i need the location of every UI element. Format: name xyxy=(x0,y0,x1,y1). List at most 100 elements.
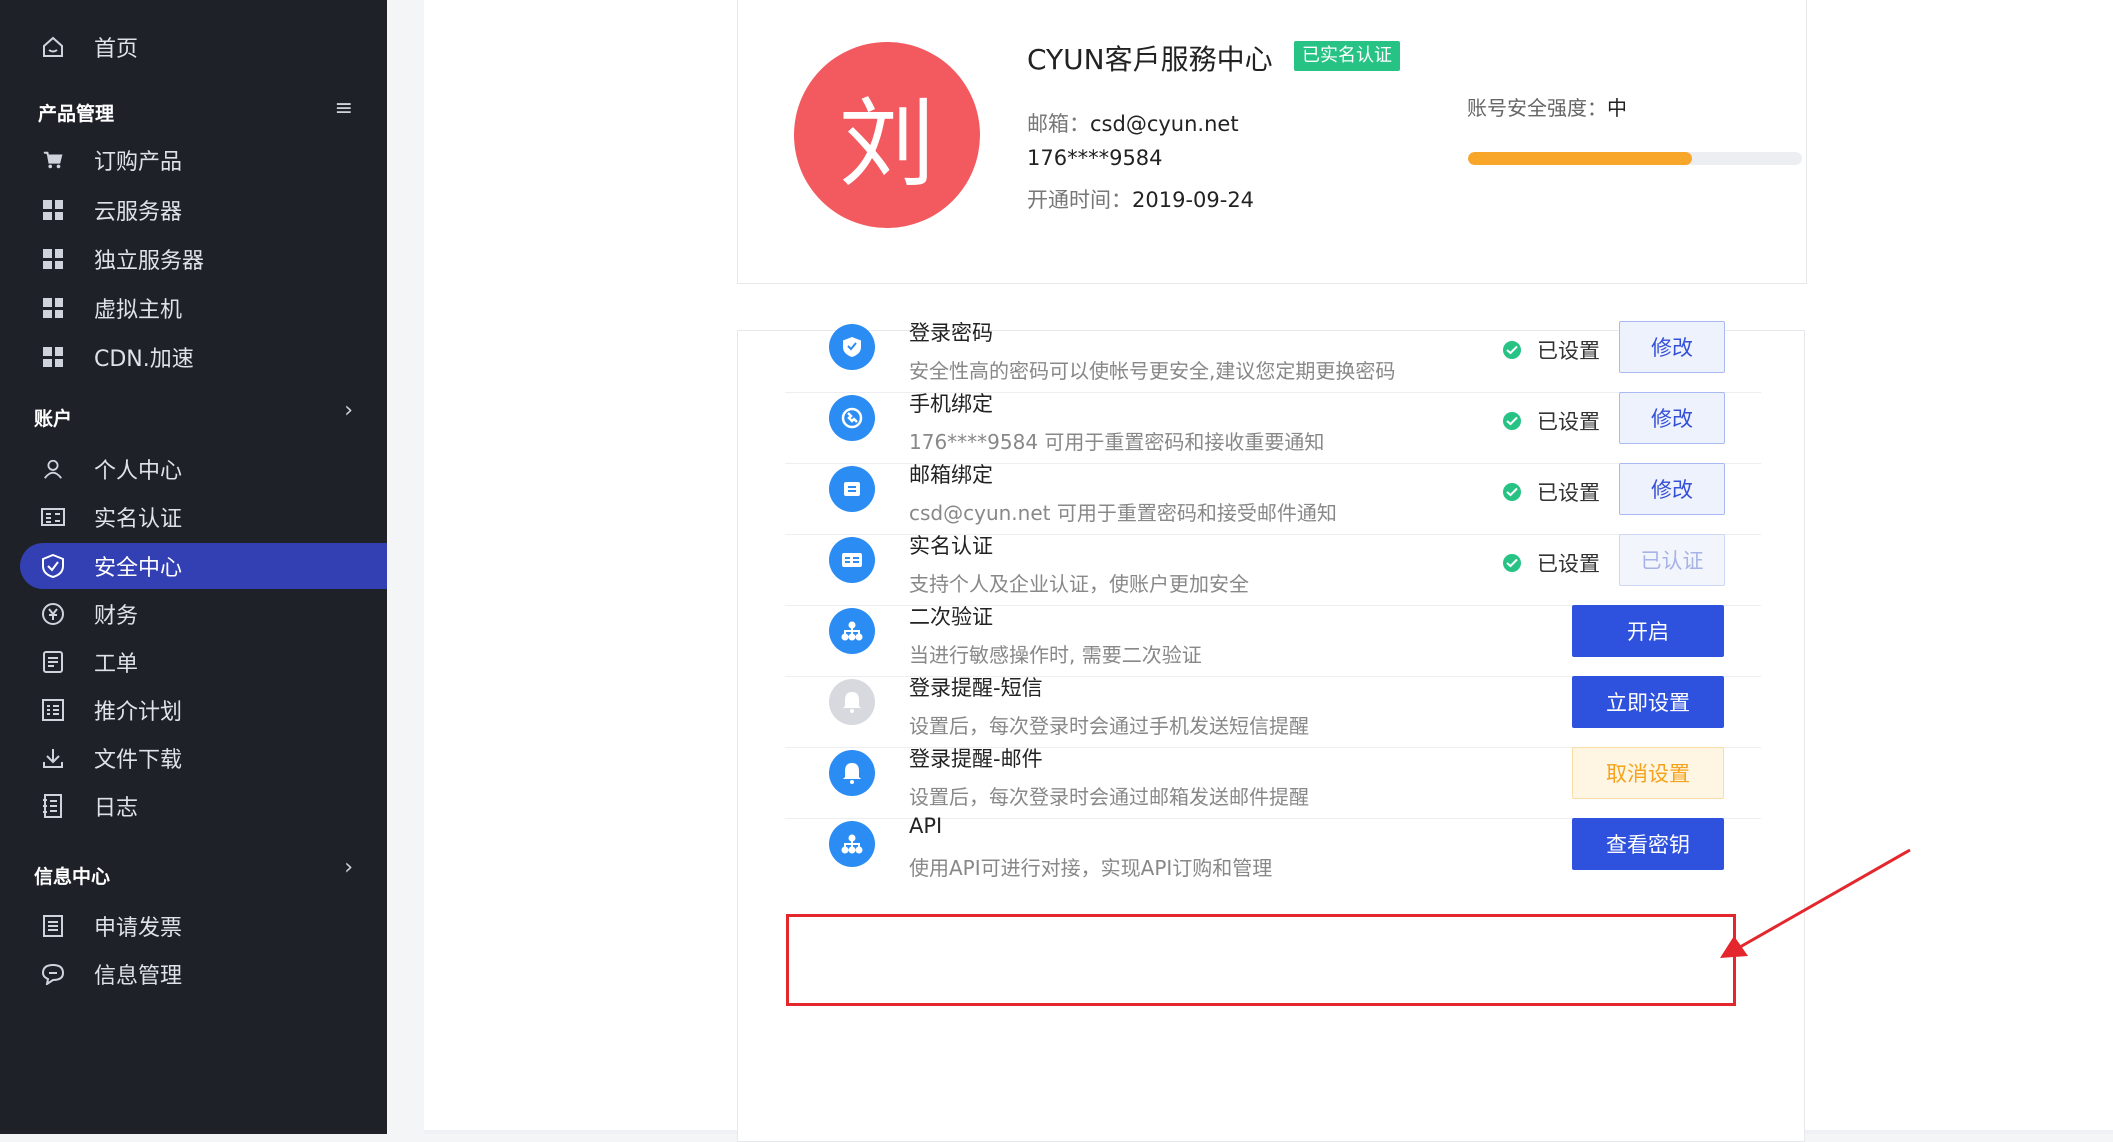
section-products-title: 产品管理 xyxy=(38,103,115,125)
nav-log[interactable]: 日志 xyxy=(0,783,387,829)
open-date-value: 2019-09-24 xyxy=(1132,188,1255,212)
security-item-action-button[interactable]: 修改 xyxy=(1619,463,1725,515)
download-icon xyxy=(40,745,66,771)
grid-icon xyxy=(40,246,66,272)
nav-label: 云服务器 xyxy=(94,200,183,225)
nav-label: 安全中心 xyxy=(94,556,183,581)
avatar: 刘 xyxy=(794,42,980,228)
security-item-action-button[interactable]: 开启 xyxy=(1572,605,1724,657)
security-item-title: 登录提醒-短信 xyxy=(909,676,1043,700)
profile-phone: 176****9584 xyxy=(1027,146,1163,170)
status-badge: 已设置 xyxy=(1503,548,1600,578)
sidebar: 首页 产品管理 ≡ 订购产品 云服务器 独立服务器 虚拟主机 CDN.加速 账户… xyxy=(0,0,387,1134)
security-item-row: API 使用API可进行对接，实现API订购和管理 查看密钥 xyxy=(785,794,1761,889)
ticket-icon xyxy=(40,649,66,675)
grid-icon xyxy=(40,295,66,321)
security-item-action-button[interactable]: 修改 xyxy=(1619,321,1725,373)
security-strength: 账号安全强度：中 xyxy=(1467,92,1627,121)
id-card-icon xyxy=(829,537,875,583)
security-item-title: API xyxy=(909,814,943,838)
message-icon xyxy=(40,961,66,987)
security-progress-fill xyxy=(1468,152,1692,165)
user-icon xyxy=(40,456,66,482)
money-icon xyxy=(40,601,66,627)
id-card-icon xyxy=(40,504,66,530)
nav-dedicated-server[interactable]: 独立服务器 xyxy=(0,236,387,282)
chevron-right-icon[interactable]: › xyxy=(344,855,353,880)
nav-label: 信息管理 xyxy=(94,964,183,989)
invoice-icon xyxy=(40,913,66,939)
security-item-title: 二次验证 xyxy=(909,605,993,629)
security-item-title: 实名认证 xyxy=(909,534,993,558)
bell-icon xyxy=(829,679,875,725)
shield-icon xyxy=(829,324,875,370)
nav-label: 财务 xyxy=(94,604,139,629)
nav-message-management[interactable]: 信息管理 xyxy=(0,951,387,997)
nav-real-name[interactable]: 实名认证 xyxy=(0,494,387,540)
security-item-action-button: 已认证 xyxy=(1619,534,1725,586)
check-circle-icon xyxy=(1503,341,1521,359)
network-icon xyxy=(829,608,875,654)
status-text: 已设置 xyxy=(1537,410,1600,434)
nav-referral[interactable]: 推介计划 xyxy=(0,687,387,733)
nav-label: 申请发票 xyxy=(94,916,183,941)
status-text: 已设置 xyxy=(1537,552,1600,576)
security-item-title: 登录提醒-邮件 xyxy=(909,747,1043,771)
nav-cloud-server[interactable]: 云服务器 xyxy=(0,187,387,233)
shield-icon xyxy=(40,553,66,579)
nav-order-products[interactable]: 订购产品 xyxy=(0,137,387,183)
nav-label: 文件下载 xyxy=(94,748,183,773)
nav-invoice[interactable]: 申请发票 xyxy=(0,903,387,949)
nav-personal-center[interactable]: 个人中心 xyxy=(0,446,387,492)
phone-icon xyxy=(829,395,875,441)
nav-home-label: 首页 xyxy=(94,37,139,62)
network-icon xyxy=(829,821,875,867)
security-progress-bar xyxy=(1468,152,1802,165)
security-strength-value: 中 xyxy=(1607,96,1627,120)
log-icon xyxy=(40,793,66,819)
section-info-title: 信息中心 xyxy=(34,866,111,888)
verified-badge: 已实名认证 xyxy=(1294,41,1400,71)
status-badge: 已设置 xyxy=(1503,335,1600,365)
nav-label: 日志 xyxy=(94,796,139,821)
security-item-action-button[interactable]: 修改 xyxy=(1619,392,1725,444)
mail-icon xyxy=(829,466,875,512)
nav-label: 实名认证 xyxy=(94,507,183,532)
nav-label: 虚拟主机 xyxy=(94,298,183,323)
nav-label: CDN.加速 xyxy=(94,347,194,372)
open-date-label: 开通时间： xyxy=(1027,188,1132,212)
home-icon xyxy=(40,34,66,60)
status-badge: 已设置 xyxy=(1503,406,1600,436)
nav-label: 推介计划 xyxy=(94,700,183,725)
profile-name: CYUN客戶服務中心 xyxy=(1027,43,1273,76)
profile-open-date: 开通时间：2019-09-24 xyxy=(1027,184,1254,214)
section-account-title: 账户 xyxy=(34,408,73,430)
grid-icon xyxy=(40,197,66,223)
cart-icon xyxy=(40,147,66,173)
status-text: 已设置 xyxy=(1537,339,1600,363)
security-item-action-button[interactable]: 取消设置 xyxy=(1572,747,1724,799)
email-label: 邮箱： xyxy=(1027,112,1090,136)
nav-ticket[interactable]: 工单 xyxy=(0,639,387,685)
nav-home[interactable]: 首页 xyxy=(0,24,387,70)
security-strength-label: 账号安全强度： xyxy=(1467,96,1607,120)
status-badge: 已设置 xyxy=(1503,477,1600,507)
security-item-action-button[interactable]: 立即设置 xyxy=(1572,676,1724,728)
chevron-right-icon[interactable]: › xyxy=(344,398,353,423)
nav-label: 个人中心 xyxy=(94,459,183,484)
nav-file-download[interactable]: 文件下载 xyxy=(0,735,387,781)
nav-label: 工单 xyxy=(94,652,139,677)
security-item-title: 邮箱绑定 xyxy=(909,463,993,487)
check-circle-icon xyxy=(1503,554,1521,572)
menu-icon[interactable]: ≡ xyxy=(335,96,353,121)
nav-finance[interactable]: 财务 xyxy=(0,591,387,637)
bell-icon xyxy=(829,750,875,796)
nav-security-center[interactable]: 安全中心 xyxy=(20,543,387,589)
email-value: csd@cyun.net xyxy=(1090,112,1239,136)
security-item-title: 手机绑定 xyxy=(909,392,993,416)
check-circle-icon xyxy=(1503,412,1521,430)
nav-virtual-host[interactable]: 虚拟主机 xyxy=(0,285,387,331)
security-item-desc: 使用API可进行对接，实现API订购和管理 xyxy=(909,856,1273,880)
nav-cdn[interactable]: CDN.加速 xyxy=(0,334,387,380)
security-item-title: 登录密码 xyxy=(909,321,993,345)
